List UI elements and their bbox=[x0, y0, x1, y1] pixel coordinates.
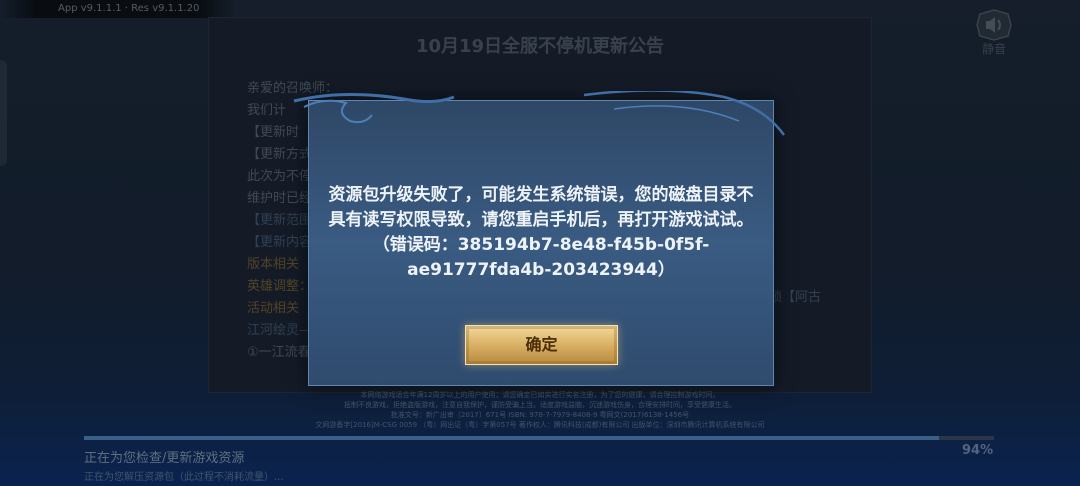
error-dialog: 资源包升级失败了，可能发生系统错误，您的磁盘目录不具有读写权限导致，请您重启手机… bbox=[293, 91, 786, 386]
confirm-button[interactable]: 确定 bbox=[465, 325, 618, 365]
error-message: 资源包升级失败了，可能发生系统错误，您的磁盘目录不具有读写权限导致，请您重启手机… bbox=[328, 185, 754, 280]
cloud-ornament-icon bbox=[293, 91, 786, 136]
